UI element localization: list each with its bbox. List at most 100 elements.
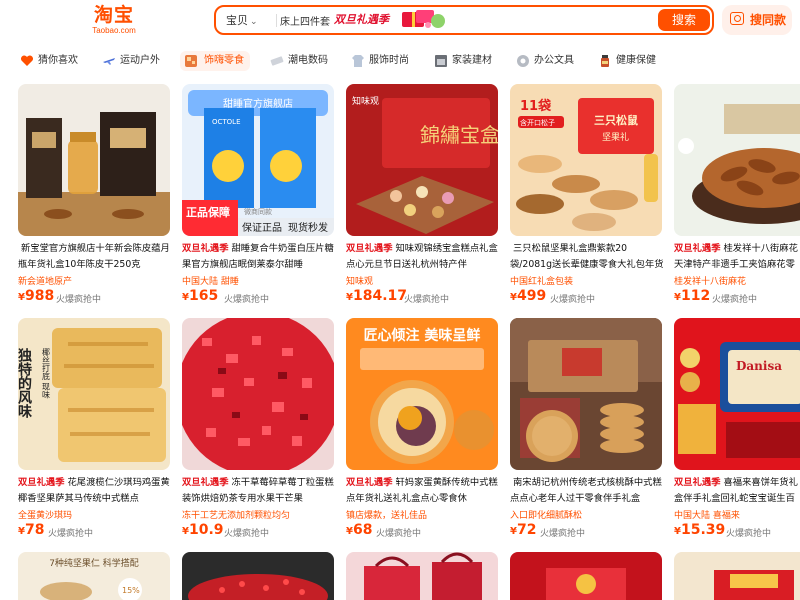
product-image[interactable]: 独特的风味 椰丝打底 现味 <box>18 318 170 470</box>
photo-search-button[interactable]: 搜同款 <box>722 5 792 35</box>
product-image[interactable] <box>182 318 334 470</box>
sales-status: 火爆疯抢中 <box>712 295 758 305</box>
title-text: 三只松鼠坚果礼盒鼎紫款20袋/2081g送长辈健康零食大礼包年货送 <box>510 243 664 270</box>
product-title[interactable]: 双旦礼遇季 甜睡复合牛奶蛋白压片糖果官方旗舰店眠倒莱泰尔甜睡 <box>182 241 338 273</box>
category-label: 家装建材 <box>452 55 492 66</box>
product-title[interactable]: 双旦礼遇季 花尾渡榄仁沙琪玛鸡蛋黄椰香坚果萨其马传统中式糕点 <box>18 475 174 507</box>
promo-gift-image <box>402 10 445 28</box>
category-tab-snacks[interactable]: 饰嗨零食 <box>180 51 250 71</box>
sales-status: 火爆疯抢中 <box>56 295 102 305</box>
category-label: 办公文具 <box>534 55 574 66</box>
feature-subtext: 椰丝打底 现味 <box>42 347 51 400</box>
product-tag: 入口即化细腻酥松 <box>510 511 583 521</box>
price-value: 499 <box>516 288 547 304</box>
price-value: 72 <box>516 522 537 538</box>
product-title[interactable]: 新宝堂官方旗舰店十年新会陈皮蕴月瓶年货礼盒10年陈皮干250克 <box>18 241 174 273</box>
shirt-icon <box>351 54 365 68</box>
product-title[interactable]: 双旦礼遇季 知味观锦绣宝盒糕点礼盒点心元旦节日送礼杭州特产伴 <box>346 241 502 273</box>
product-image[interactable]: 錦繡宝盒 知味观 <box>346 84 498 236</box>
product-image[interactable]: 匠心倾注 美味呈鲜 <box>346 318 498 470</box>
category-tab-office[interactable]: 办公文具 <box>516 51 574 71</box>
product-price: ¥78 <box>18 522 45 538</box>
price-value: 68 <box>352 522 373 538</box>
product-card[interactable] <box>674 552 800 600</box>
search-button[interactable]: 搜索 <box>658 9 710 31</box>
product-title[interactable]: 双旦礼遇季桂发祥十八街麻花天津特产非遗手工夹馅麻花零食 <box>674 241 800 273</box>
product-card[interactable]: 独特的风味 椰丝打底 现味 双旦礼遇季 花尾渡榄仁沙琪玛鸡蛋黄椰香坚果萨其马传统中… <box>18 318 170 539</box>
product-card[interactable]: 双旦礼遇季桂发祥十八街麻花天津特产非遗手工夹馅麻花零食 桂发祥十八街麻花 ¥11… <box>674 84 800 305</box>
snack-icon <box>184 54 198 68</box>
promo-badge: 双旦礼遇季 <box>674 477 721 488</box>
box-text: 錦繡宝盒 <box>420 123 498 147</box>
guarantee-label: 正品保障 <box>186 205 230 219</box>
product-title[interactable]: 双旦礼遇季喜福来喜饼年货礼盒伴手礼盒回礼蛇宝宝诞生百日 <box>674 475 800 507</box>
category-tab-digital[interactable]: 潮电数码 <box>270 51 328 71</box>
category-tab-home[interactable]: 家装建材 <box>434 51 492 71</box>
product-card[interactable]: 双旦礼遇季 冻干草莓碎草莓丁粒蛋糕装饰烘焙奶茶专用水果干芒果 冻干工艺无添加剂颗粒… <box>182 318 334 539</box>
category-nav: 猜你喜欢 运动户外 饰嗨零食 潮电数码 服饰时尚 家装建材 办公文具 健康保健 <box>14 48 794 74</box>
product-tag: 冻干工艺无添加剂颗粒均匀 <box>182 511 291 521</box>
product-tag: 新会道地原产 <box>18 277 73 287</box>
search-bar: 宝贝⌄ 双旦礼遇季 搜索 <box>214 5 714 35</box>
instock-label: 现货秒发 <box>288 221 328 234</box>
product-card[interactable]: 甜睡官方旗舰店 OCTOLE 正品保障 保证正品 现货秒发 微商同款 双旦礼遇季… <box>182 84 334 305</box>
product-card[interactable]: 新宝堂官方旗舰店十年新会陈皮蕴月瓶年货礼盒10年陈皮干250克 新会道地原产 ¥… <box>18 84 170 305</box>
product-tag: 镇店爆款，送礼佳品 <box>346 511 428 521</box>
price-value: 988 <box>24 288 55 304</box>
logo-subtext: Taobao.com <box>92 26 136 35</box>
brand-text: Danisa <box>736 359 782 373</box>
divider <box>276 14 277 27</box>
product-image[interactable] <box>182 552 334 600</box>
house-icon <box>434 54 448 68</box>
box-brand-text: 三只松鼠 <box>594 113 638 127</box>
search-scope-dropdown[interactable]: 宝贝 ⌄ <box>226 12 258 28</box>
product-card[interactable]: 7种纯坚果仁 科学搭配 15% <box>18 552 170 600</box>
category-tab-guess[interactable]: 猜你喜欢 <box>20 51 78 71</box>
product-card[interactable] <box>346 552 498 600</box>
product-title[interactable]: 双旦礼遇季 轩妈家蛋黄酥传统中式糕点年货礼送礼礼盒点心零食休 <box>346 475 502 507</box>
chevron-down-icon: ⌄ <box>250 17 258 27</box>
product-card[interactable] <box>510 552 662 600</box>
sales-status: 火爆疯抢中 <box>48 529 94 539</box>
product-card[interactable]: 錦繡宝盒 知味观 双旦礼遇季 知味观锦绣宝盒糕点礼盒点心元旦节日送礼杭州特产伴 知… <box>346 84 498 305</box>
product-image[interactable] <box>510 318 662 470</box>
product-image[interactable] <box>346 552 498 600</box>
price-value: 15.39 <box>680 522 726 538</box>
search-scope-label: 宝贝 <box>226 14 248 27</box>
product-image[interactable] <box>674 84 800 236</box>
sales-status: 火爆疯抢中 <box>224 295 270 305</box>
product-price: ¥112 <box>674 288 711 304</box>
product-image[interactable] <box>18 84 170 236</box>
price-value: 184.17 <box>352 288 407 304</box>
product-card[interactable]: 三只松鼠 坚果礼 11袋 含开口松子 三只松鼠坚果礼盒鼎紫款20袋/2081g送… <box>510 84 664 305</box>
sales-status: 火爆疯抢中 <box>404 295 450 305</box>
product-price: ¥15.39 <box>674 522 726 538</box>
category-tab-fashion[interactable]: 服饰时尚 <box>351 51 409 71</box>
product-card[interactable]: 匠心倾注 美味呈鲜 双旦礼遇季 轩妈家蛋黄酥传统中式糕点年货礼送礼礼盒点心零食休 … <box>346 318 498 539</box>
bottle-icon <box>598 54 612 68</box>
category-label: 猜你喜欢 <box>38 55 78 66</box>
product-card[interactable]: Danisa 双旦礼遇季喜福来喜饼年货礼盒伴手礼盒回礼蛇宝宝诞生百日 中国大陆 … <box>674 318 800 539</box>
product-title[interactable]: 三只松鼠坚果礼盒鼎紫款20袋/2081g送长辈健康零食大礼包年货送 <box>510 241 666 273</box>
title-text: 南宋胡记杭州传统老式核桃酥中式糕点点心老年人过干零食伴手礼盒 <box>510 477 662 504</box>
authentic-label: 保证正品 <box>242 221 282 234</box>
price-value: 10.9 <box>188 522 224 538</box>
product-image[interactable]: 甜睡官方旗舰店 OCTOLE 正品保障 保证正品 现货秒发 微商同款 <box>182 84 334 236</box>
category-tab-sports[interactable]: 运动户外 <box>102 51 160 71</box>
taobao-logo[interactable]: 淘宝 Taobao.com <box>86 4 142 36</box>
price-value: 165 <box>188 288 219 304</box>
product-title[interactable]: 南宋胡记杭州传统老式核桃酥中式糕点点心老年人过干零食伴手礼盒 <box>510 475 666 507</box>
sales-status: 火爆疯抢中 <box>224 529 270 539</box>
product-image[interactable] <box>674 552 800 600</box>
brand-text: OCTOLE <box>212 118 241 126</box>
product-image[interactable] <box>510 552 662 600</box>
search-input[interactable] <box>280 10 340 30</box>
product-tag: 全蛋黄沙琪玛 <box>18 511 73 521</box>
product-card[interactable] <box>182 552 334 600</box>
category-tab-health[interactable]: 健康保健 <box>598 51 656 71</box>
product-image[interactable]: Danisa <box>674 318 800 470</box>
product-image[interactable]: 7种纯坚果仁 科学搭配 15% <box>18 552 170 600</box>
product-image[interactable]: 三只松鼠 坚果礼 11袋 含开口松子 <box>510 84 662 236</box>
product-card[interactable]: 南宋胡记杭州传统老式核桃酥中式糕点点心老年人过干零食伴手礼盒 入口即化细腻酥松 … <box>510 318 662 539</box>
product-title[interactable]: 双旦礼遇季 冻干草莓碎草莓丁粒蛋糕装饰烘焙奶茶专用水果干芒果 <box>182 475 338 507</box>
